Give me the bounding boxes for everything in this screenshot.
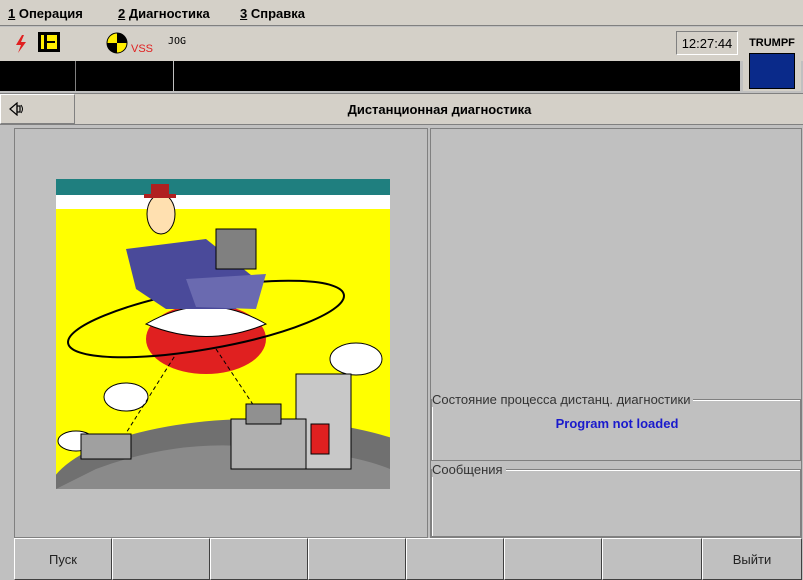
- status-panel: Состояние процесса дистанц. диагностики …: [430, 128, 802, 538]
- connection-icon: [38, 32, 60, 52]
- illustration-panel: [14, 128, 428, 538]
- fkey-2[interactable]: [112, 538, 210, 580]
- alarm-lightning-icon: [16, 35, 26, 53]
- menu-bar: 1 Операция 2 Диагностика 3 Справка: [0, 0, 803, 26]
- speaker-back-icon: [9, 102, 23, 116]
- fkey-4[interactable]: [308, 538, 406, 580]
- menu-help[interactable]: 3 Справка: [240, 6, 305, 21]
- menu-diagnostics[interactable]: 2 Диагностика: [118, 6, 210, 21]
- process-state-value: Program not loaded: [555, 416, 679, 431]
- clock: 12:27:44: [676, 31, 738, 55]
- messages-group: Сообщения: [431, 462, 801, 537]
- messages-label: Сообщения: [432, 462, 506, 477]
- fkey-6[interactable]: [504, 538, 602, 580]
- remote-diagnostics-illustration: [56, 179, 390, 489]
- brand-logo-block: [749, 53, 795, 89]
- mode-indicator: JOG: [168, 36, 187, 47]
- start-button[interactable]: Пуск: [14, 538, 112, 580]
- function-key-bar: Пуск Выйти: [14, 538, 802, 580]
- vss-indicator: VSS: [131, 43, 154, 55]
- exit-button[interactable]: Выйти: [702, 538, 802, 580]
- fkey-5[interactable]: [406, 538, 504, 580]
- menu-operation[interactable]: 1 Операция: [8, 6, 83, 21]
- reference-point-icon: [106, 32, 128, 54]
- page-title: Дистанционная диагностика: [347, 101, 532, 117]
- brand-logo: TRUMPF: [743, 29, 801, 91]
- status-bar: VSS JOG 12:27:44 TRUMPF: [0, 27, 803, 91]
- process-state-label: Состояние процесса дистанц. диагностики: [432, 392, 694, 407]
- back-button[interactable]: [0, 94, 75, 124]
- process-state-group: Состояние процесса дистанц. диагностики …: [431, 392, 801, 461]
- page-header: Дистанционная диагностика: [0, 93, 803, 125]
- info-bar: [0, 61, 740, 91]
- fkey-7[interactable]: [602, 538, 702, 580]
- fkey-3[interactable]: [210, 538, 308, 580]
